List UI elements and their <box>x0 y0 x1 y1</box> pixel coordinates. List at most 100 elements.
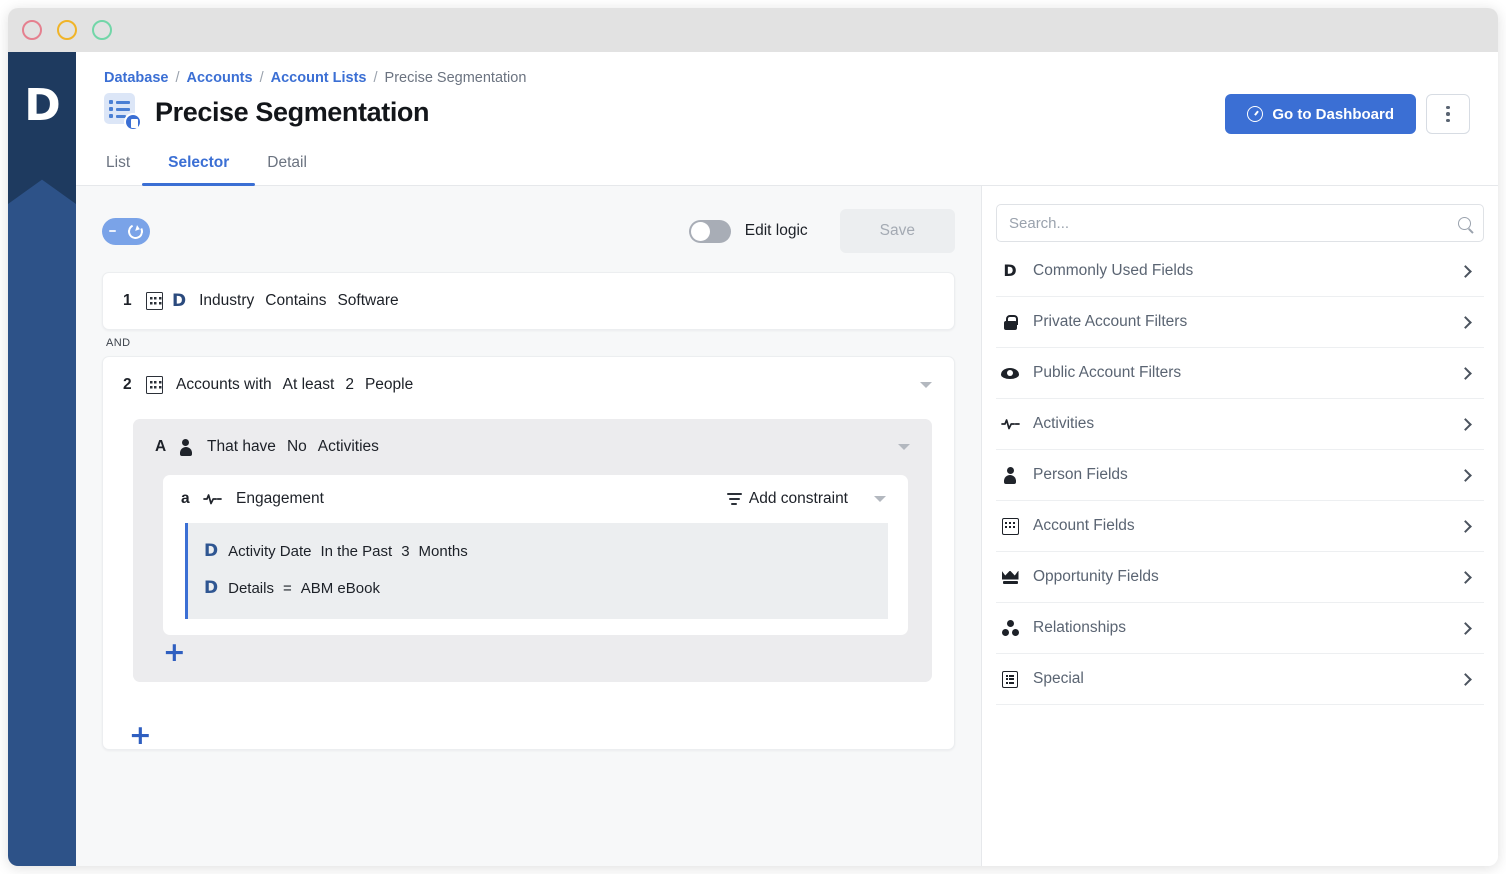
add-constraint-button[interactable]: Add constraint <box>726 490 848 508</box>
search-input[interactable] <box>1009 214 1458 232</box>
library-item-label: Account Fields <box>1033 517 1135 534</box>
rule-value[interactable]: Software <box>337 292 398 310</box>
chevron-right-icon[interactable] <box>1459 570 1472 584</box>
close-window-button[interactable] <box>22 20 42 40</box>
rule-field[interactable]: Accounts with <box>176 376 272 394</box>
refresh-toggle-button[interactable] <box>102 217 150 245</box>
window-titlebar <box>8 8 1498 52</box>
library-item-label: Public Account Filters <box>1033 364 1182 381</box>
app-window: D Database / Accounts / Account Lists / … <box>8 8 1498 866</box>
page-title: Precise Segmentation <box>155 96 430 127</box>
rule-field[interactable]: Industry <box>199 292 254 310</box>
breadcrumb-item-database[interactable]: Database <box>104 70 168 86</box>
toggle-knob <box>690 221 710 241</box>
constraint-group-card-a[interactable]: a Engagement Add constraint D Activity D… <box>163 475 908 635</box>
library-item-activities[interactable]: Activities <box>996 399 1484 450</box>
save-button[interactable]: Save <box>839 209 955 253</box>
chevron-right-icon[interactable] <box>1459 417 1472 431</box>
constraint-value[interactable]: ABM eBook <box>301 580 380 597</box>
chevron-right-icon[interactable] <box>1459 468 1472 482</box>
app-logo[interactable]: D <box>8 52 76 204</box>
sub-rule-value[interactable]: Activities <box>318 438 379 456</box>
left-nav-rail: D <box>8 52 76 866</box>
more-options-button[interactable] <box>1426 94 1470 134</box>
rule-card-2[interactable]: 2 Accounts with At least 2 People A That… <box>102 356 955 750</box>
constraint-field[interactable]: Details <box>228 580 274 597</box>
chevron-right-icon[interactable] <box>1459 672 1472 686</box>
chevron-down-icon[interactable] <box>874 496 886 502</box>
add-sub-rule-button[interactable]: + <box>163 639 186 666</box>
logic-connector-and: AND <box>106 337 131 349</box>
rule-operator[interactable]: At least <box>283 376 335 394</box>
builder-toolbar: Edit logic Save <box>102 208 955 254</box>
library-item-label: Activities <box>1033 415 1095 432</box>
go-to-dashboard-label: Go to Dashboard <box>1272 105 1394 123</box>
constraint-operator[interactable]: In the Past <box>320 543 392 560</box>
sub-rule-operator[interactable]: No <box>287 438 307 456</box>
chevron-down-icon[interactable] <box>898 444 910 450</box>
add-rule-button[interactable]: + <box>129 722 152 749</box>
breadcrumb: Database / Accounts / Account Lists / Pr… <box>104 70 1470 86</box>
library-item-person-fields[interactable]: Person Fields <box>996 450 1484 501</box>
search-icon <box>1458 216 1471 230</box>
main-column: Database / Accounts / Account Lists / Pr… <box>76 52 1498 866</box>
chevron-right-icon[interactable] <box>1459 315 1472 329</box>
rule-row[interactable]: 2 Accounts with At least 2 People <box>103 357 954 413</box>
constraint-list: D Activity Date In the Past 3 Months D D… <box>185 523 888 619</box>
sub-rule-card-a[interactable]: A That have No Activities a Engagement A… <box>133 419 932 682</box>
library-item-private-account-filters[interactable]: Private Account Filters <box>996 297 1484 348</box>
chevron-right-icon[interactable] <box>1459 366 1472 380</box>
edit-logic-toggle[interactable] <box>688 219 731 243</box>
chevron-right-icon[interactable] <box>1459 264 1472 278</box>
rule-index: 1 <box>123 292 132 309</box>
library-item-special[interactable]: Special <box>996 654 1484 705</box>
pulse-icon <box>203 492 222 506</box>
constraint-amount[interactable]: 3 <box>401 543 409 560</box>
library-item-label: Private Account Filters <box>1033 313 1188 330</box>
chevron-right-icon[interactable] <box>1459 519 1472 533</box>
builder-toolbar-right: Edit logic Save <box>688 209 955 253</box>
page-header: Database / Accounts / Account Lists / Pr… <box>76 52 1498 186</box>
library-item-relationships[interactable]: Relationships <box>996 603 1484 654</box>
clock-icon <box>1247 106 1264 122</box>
sub-rule-field[interactable]: That have <box>207 438 276 456</box>
d-logo-icon: D <box>172 290 187 311</box>
breadcrumb-separator: / <box>259 70 264 86</box>
breadcrumb-item-account-lists[interactable]: Account Lists <box>271 70 367 86</box>
constraint-field[interactable]: Activity Date <box>228 543 311 560</box>
chevron-right-icon[interactable] <box>1459 621 1472 635</box>
constraint-row[interactable]: D Activity Date In the Past 3 Months <box>188 533 888 570</box>
library-item-public-account-filters[interactable]: Public Account Filters <box>996 348 1484 399</box>
library-item-label: Relationships <box>1033 619 1127 636</box>
tab-detail[interactable]: Detail <box>265 150 309 185</box>
add-rule-row: + <box>103 702 954 749</box>
breadcrumb-item-accounts[interactable]: Accounts <box>187 70 253 86</box>
go-to-dashboard-button[interactable]: Go to Dashboard <box>1225 94 1416 134</box>
constraint-unit[interactable]: Months <box>419 543 468 560</box>
tab-list[interactable]: List <box>104 150 132 185</box>
constraint-operator[interactable]: = <box>283 580 292 597</box>
rule-card-1[interactable]: 1 D Industry Contains Software <box>102 272 955 330</box>
breadcrumb-separator: / <box>175 70 180 86</box>
library-item-commonly-used-fields[interactable]: D Commonly Used Fields <box>996 246 1484 297</box>
chevron-down-icon[interactable] <box>920 382 932 388</box>
library-item-opportunity-fields[interactable]: Opportunity Fields <box>996 552 1484 603</box>
rule-entity[interactable]: People <box>365 376 413 394</box>
search-box[interactable] <box>996 204 1484 242</box>
sub-rule-expression: That have No Activities <box>207 438 379 456</box>
constraint-row[interactable]: D Details = ABM eBook <box>188 570 888 607</box>
maximize-window-button[interactable] <box>92 20 112 40</box>
rule-count[interactable]: 2 <box>345 376 354 394</box>
tab-selector[interactable]: Selector <box>142 150 256 186</box>
rule-index: 2 <box>123 376 132 393</box>
rule-operator[interactable]: Contains <box>265 292 326 310</box>
constraint-group-row[interactable]: a Engagement Add constraint <box>163 475 908 523</box>
constraint-group-field[interactable]: Engagement <box>236 490 324 508</box>
rule-row[interactable]: 1 D Industry Contains Software <box>103 273 954 329</box>
constraint-expression: Activity Date In the Past 3 Months <box>228 543 468 560</box>
constraint-group-index: a <box>181 490 190 507</box>
crown-icon <box>1000 571 1020 584</box>
library-item-account-fields[interactable]: Account Fields <box>996 501 1484 552</box>
minimize-window-button[interactable] <box>57 20 77 40</box>
sub-rule-row[interactable]: A That have No Activities <box>133 419 932 475</box>
